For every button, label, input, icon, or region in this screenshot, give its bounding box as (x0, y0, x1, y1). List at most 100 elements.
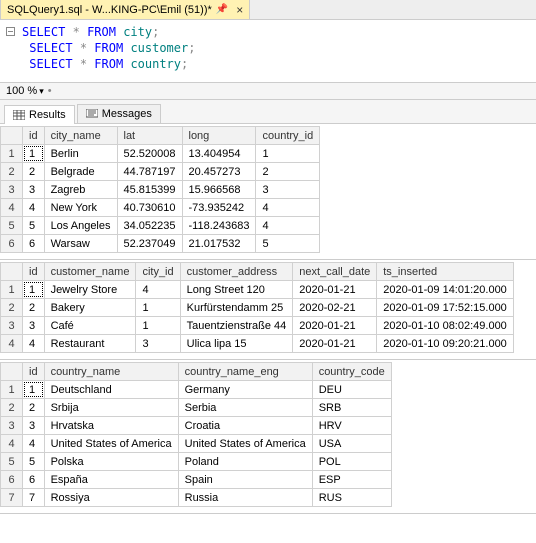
table-row[interactable]: 22SrbijaSerbiaSRB (1, 399, 392, 417)
cell[interactable]: 2 (23, 299, 45, 317)
cell[interactable]: RUS (312, 489, 391, 507)
row-header[interactable]: 3 (1, 417, 23, 435)
row-header[interactable]: 2 (1, 299, 23, 317)
col-header[interactable]: lat (117, 127, 182, 145)
pin-icon[interactable]: 📌 (216, 4, 228, 15)
tab-results[interactable]: Results (4, 105, 75, 124)
table-row[interactable]: 77RossiyaRussiaRUS (1, 489, 392, 507)
cell[interactable]: 1 (23, 381, 45, 399)
row-header[interactable]: 3 (1, 181, 23, 199)
row-header[interactable]: 2 (1, 399, 23, 417)
table-row[interactable]: 44New York40.730610-73.9352424 (1, 199, 320, 217)
cell[interactable]: United States of America (44, 435, 178, 453)
col-header[interactable]: customer_address (180, 263, 293, 281)
cell[interactable]: 2020-01-09 17:52:15.000 (377, 299, 514, 317)
col-header[interactable]: customer_name (44, 263, 136, 281)
table-row[interactable]: 11DeutschlandGermanyDEU (1, 381, 392, 399)
cell[interactable]: 2020-01-09 14:01:20.000 (377, 281, 514, 299)
cell[interactable]: 4 (23, 199, 45, 217)
grid-customer[interactable]: idcustomer_namecity_idcustomer_addressne… (0, 262, 514, 353)
grid-city[interactable]: idcity_namelatlongcountry_id11Berlin52.5… (0, 126, 320, 253)
cell[interactable]: Croatia (178, 417, 312, 435)
zoom-select[interactable]: 100 % ▾ (6, 85, 44, 97)
sql-editor[interactable]: SELECT * FROM city; SELECT * FROM custom… (0, 20, 536, 83)
col-header[interactable]: city_name (44, 127, 117, 145)
table-row[interactable]: 33Zagreb45.81539915.9665683 (1, 181, 320, 199)
col-header[interactable]: id (23, 363, 45, 381)
cell[interactable]: HRV (312, 417, 391, 435)
row-header[interactable]: 2 (1, 163, 23, 181)
row-header[interactable]: 6 (1, 235, 23, 253)
cell[interactable]: Rossiya (44, 489, 178, 507)
cell[interactable]: USA (312, 435, 391, 453)
cell[interactable]: Serbia (178, 399, 312, 417)
cell[interactable]: 4 (23, 335, 45, 353)
cell[interactable]: 2020-01-21 (293, 281, 377, 299)
table-row[interactable]: 11Berlin52.52000813.4049541 (1, 145, 320, 163)
grid-country[interactable]: idcountry_namecountry_name_engcountry_co… (0, 362, 392, 507)
cell[interactable]: Berlin (44, 145, 117, 163)
cell[interactable]: 5 (23, 217, 45, 235)
cell[interactable]: Srbija (44, 399, 178, 417)
row-header[interactable]: 5 (1, 453, 23, 471)
row-header[interactable]: 1 (1, 381, 23, 399)
tab-messages[interactable]: Messages (77, 104, 161, 123)
collapse-icon[interactable] (6, 27, 15, 36)
cell[interactable]: 40.730610 (117, 199, 182, 217)
cell[interactable]: Deutschland (44, 381, 178, 399)
cell[interactable]: 1 (136, 317, 180, 335)
file-tab[interactable]: SQLQuery1.sql - W...KING-PC\Emil (51))* … (0, 0, 250, 19)
row-header[interactable]: 3 (1, 317, 23, 335)
row-header[interactable]: 4 (1, 435, 23, 453)
cell[interactable]: Los Angeles (44, 217, 117, 235)
table-row[interactable]: 33HrvatskaCroatiaHRV (1, 417, 392, 435)
cell[interactable]: 52.237049 (117, 235, 182, 253)
cell[interactable]: 3 (23, 417, 45, 435)
cell[interactable]: DEU (312, 381, 391, 399)
cell[interactable]: 6 (23, 235, 45, 253)
cell[interactable]: Restaurant (44, 335, 136, 353)
cell[interactable]: Long Street 120 (180, 281, 293, 299)
cell[interactable]: Café (44, 317, 136, 335)
col-header[interactable]: id (23, 263, 45, 281)
cell[interactable]: Germany (178, 381, 312, 399)
cell[interactable]: 1 (136, 299, 180, 317)
cell[interactable]: 20.457273 (182, 163, 256, 181)
cell[interactable]: POL (312, 453, 391, 471)
col-header[interactable]: country_name (44, 363, 178, 381)
cell[interactable]: Warsaw (44, 235, 117, 253)
fold-gutter[interactable] (0, 24, 22, 40)
cell[interactable]: 3 (23, 181, 45, 199)
cell[interactable]: 34.052235 (117, 217, 182, 235)
cell[interactable]: 4 (23, 435, 45, 453)
cell[interactable]: Belgrade (44, 163, 117, 181)
cell[interactable]: 5 (23, 453, 45, 471)
table-row[interactable]: 66Warsaw52.23704921.0175325 (1, 235, 320, 253)
cell[interactable]: 3 (256, 181, 320, 199)
cell[interactable]: Polska (44, 453, 178, 471)
row-header[interactable]: 7 (1, 489, 23, 507)
cell[interactable]: Jewelry Store (44, 281, 136, 299)
cell[interactable]: Kurfürstendamm 25 (180, 299, 293, 317)
cell[interactable]: Russia (178, 489, 312, 507)
cell[interactable]: Hrvatska (44, 417, 178, 435)
cell[interactable]: 4 (256, 199, 320, 217)
cell[interactable]: 44.787197 (117, 163, 182, 181)
cell[interactable]: Tauentzienstraße 44 (180, 317, 293, 335)
table-row[interactable]: 33Café1Tauentzienstraße 442020-01-212020… (1, 317, 514, 335)
row-header[interactable]: 1 (1, 145, 23, 163)
cell[interactable]: 7 (23, 489, 45, 507)
col-header[interactable]: country_name_eng (178, 363, 312, 381)
table-row[interactable]: 22Belgrade44.78719720.4572732 (1, 163, 320, 181)
cell[interactable]: 1 (23, 281, 45, 299)
cell[interactable]: 6 (23, 471, 45, 489)
close-icon[interactable]: × (236, 3, 243, 17)
cell[interactable]: SRB (312, 399, 391, 417)
cell[interactable]: 3 (136, 335, 180, 353)
cell[interactable]: New York (44, 199, 117, 217)
cell[interactable]: Spain (178, 471, 312, 489)
cell[interactable]: Poland (178, 453, 312, 471)
cell[interactable]: 1 (23, 145, 45, 163)
cell[interactable]: España (44, 471, 178, 489)
cell[interactable]: 2020-01-10 09:20:21.000 (377, 335, 514, 353)
